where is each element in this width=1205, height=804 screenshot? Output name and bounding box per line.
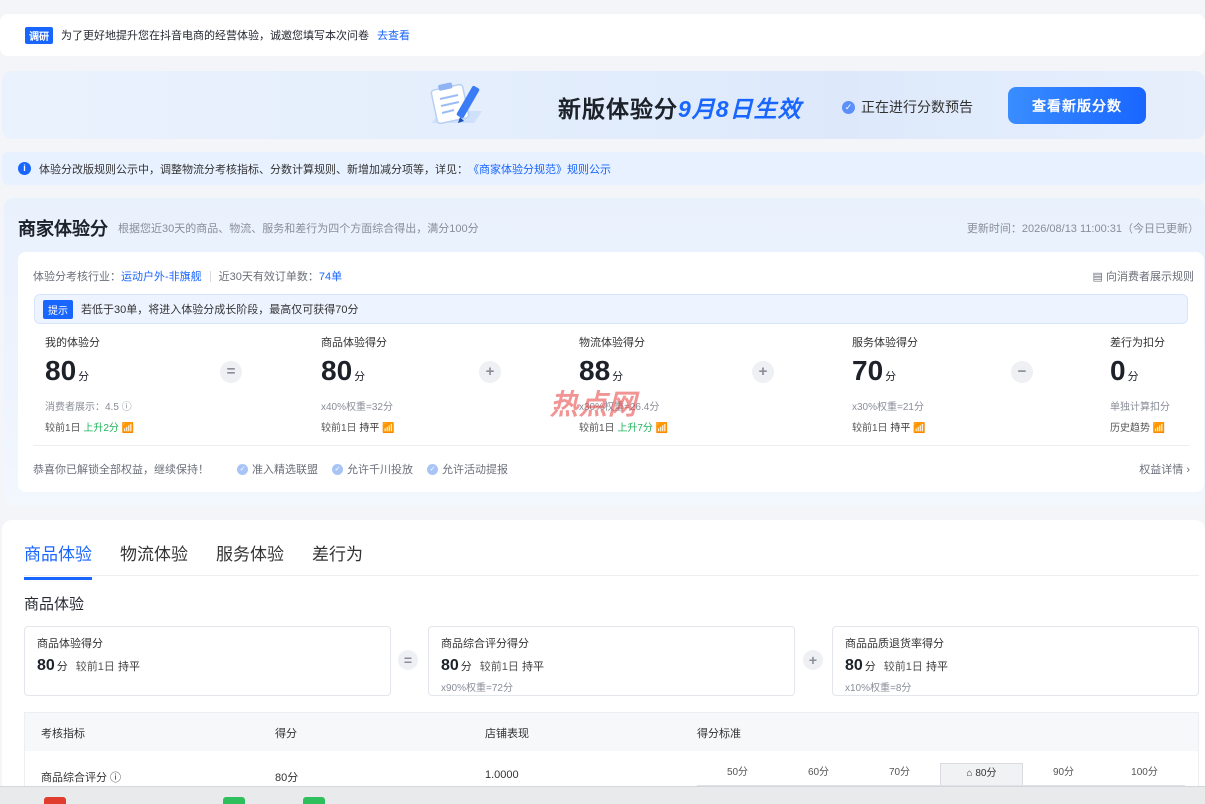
- experience-detail-card: 商品体验 物流体验 服务体验 差行为 商品体验 商品体验得分 80 分较前1日 持…: [2, 520, 1205, 804]
- right-item: ✓ 允许活动提报: [427, 461, 508, 477]
- survey-tag: 调研: [25, 26, 53, 44]
- view-new-score-button[interactable]: 查看新版分数: [1008, 87, 1146, 124]
- score-scale: 50分 60分 70分 ⌂ 80分 90分 100分: [697, 763, 1185, 787]
- info-icon: i: [18, 162, 31, 175]
- check-icon: ✓: [332, 463, 343, 475]
- merchant-score-panel: 商家体验分 根据您近30天的商品、物流、服务和差行为四个方面综合得出，满分100…: [4, 198, 1205, 506]
- app-icon[interactable]: [44, 797, 66, 804]
- return-rate-box: 商品品质退货率得分 80 分较前1日 持平 x10%权重=8分: [832, 626, 1199, 696]
- metric-product-score: 商品体验得分 80 分 x40%权重=32分 较前1日 持平 📶: [321, 337, 395, 434]
- product-score-box: 商品体验得分 80 分较前1日 持平: [24, 626, 391, 696]
- plus-icon: +: [803, 650, 823, 670]
- equals-icon: =: [398, 650, 418, 670]
- current-level: ⌂ 80分: [940, 763, 1023, 787]
- chat-icon[interactable]: [303, 797, 325, 804]
- survey-bar: 调研 为了更好地提升您在抖音电商的经营体验，诚邀您填写本次问卷 去查看: [0, 14, 1205, 56]
- metric-my-score: 我的体验分 80 分 消费者展示：4.5 ⓘ 较前1日 上升2分 📶: [45, 337, 135, 434]
- panel-desc: 根据您近30天的商品、物流、服务和差行为四个方面综合得出，满分100分: [118, 223, 479, 235]
- notice-link[interactable]: 《商家体验分规范》规则公示: [468, 161, 611, 177]
- section-title: 商品体验: [24, 596, 85, 613]
- rule-notice: i 体验分改版规则公示中，调整物流分考核指标、分数计算规则、新增加减分项等，详见…: [2, 152, 1205, 185]
- taskbar: [0, 786, 1205, 804]
- new-score-banner: 新版体验分9月8日生效 ✓ 正在进行分数预告 查看新版分数: [2, 71, 1205, 139]
- banner-title: 新版体验分9月8日生效: [558, 96, 802, 122]
- trend-icon[interactable]: 📶: [382, 423, 394, 434]
- display-rule-link[interactable]: ▤ 向消费者展示规则: [1093, 268, 1194, 284]
- orders-value: 74单: [318, 271, 343, 283]
- update-time: 更新时间：2026/08/13 11:00:31（今日已更新）: [966, 223, 1199, 235]
- metric-service-score: 服务体验得分 70 分 x30%权重=21分 较前1日 持平 📶: [852, 337, 926, 434]
- equals-icon: =: [220, 361, 242, 383]
- trend-icon[interactable]: 📶: [122, 423, 134, 434]
- document-icon: ▤: [1092, 271, 1103, 283]
- notice-text: 体验分改版规则公示中，调整物流分考核指标、分数计算规则、新增加减分项等，详见：: [39, 163, 468, 176]
- trend-icon[interactable]: 📶: [656, 423, 668, 434]
- check-icon: ✓: [237, 463, 248, 475]
- rights-detail-link[interactable]: 权益详情 ›: [1139, 461, 1190, 477]
- tip-bar: 提示 若低于30单，将进入体验分成长阶段，最高仅可获得70分: [34, 294, 1188, 324]
- check-icon: ✓: [842, 100, 855, 114]
- banner-status: ✓ 正在进行分数预告: [842, 97, 973, 117]
- divider: [33, 445, 1189, 446]
- tab-logistics[interactable]: 物流体验: [120, 540, 188, 580]
- plus-icon: +: [752, 361, 774, 383]
- tab-bad-behavior[interactable]: 差行为: [312, 540, 363, 580]
- wechat-icon[interactable]: [223, 797, 245, 804]
- trend-icon[interactable]: 📶: [913, 423, 925, 434]
- tip-tag: 提示: [43, 299, 73, 319]
- score-card: 体验分考核行业： 运动户外-非旗舰 近30天有效订单数： 74单 ▤ 向消费者展…: [18, 252, 1204, 492]
- clipboard-pen-illustration: [430, 82, 482, 125]
- tab-bar: 商品体验 物流体验 服务体验 差行为: [24, 540, 391, 580]
- rights-row: 恭喜你已解锁全部权益，继续保持！ ✓ 准入精选联盟 ✓ 允许千川投放 ✓ 允许活动提报: [33, 461, 508, 477]
- right-item: ✓ 准入精选联盟: [237, 461, 318, 477]
- plus-icon: +: [479, 361, 501, 383]
- tip-text: 若低于30单，将进入体验分成长阶段，最高仅可获得70分: [81, 304, 359, 316]
- product-rating-box: 商品综合评分得分 80 分较前1日 持平 x90%权重=72分: [428, 626, 795, 696]
- trend-icon[interactable]: 📶: [1153, 423, 1165, 434]
- tab-service[interactable]: 服务体验: [216, 540, 284, 580]
- metric-bad-behavior: 差行为扣分 0分 单独计算扣分 历史趋势 📶: [1110, 337, 1170, 434]
- watermark-logo: 热点网: [550, 389, 638, 420]
- survey-link[interactable]: 去查看: [377, 27, 410, 43]
- survey-text: 为了更好地提升您在抖音电商的经营体验，诚邀您填写本次问卷: [61, 30, 369, 42]
- check-icon: ✓: [427, 463, 438, 475]
- industry-link[interactable]: 运动户外-非旗舰: [121, 268, 202, 284]
- table-header: 考核指标 得分 店铺表现 得分标准: [25, 713, 1198, 751]
- industry-meta: 体验分考核行业： 运动户外-非旗舰 近30天有效订单数： 74单: [33, 268, 342, 284]
- panel-title: 商家体验分: [18, 219, 108, 239]
- tabs-divider: [24, 575, 1199, 576]
- tab-product[interactable]: 商品体验: [24, 540, 92, 580]
- right-item: ✓ 允许千川投放: [332, 461, 413, 477]
- minus-icon: −: [1011, 361, 1033, 383]
